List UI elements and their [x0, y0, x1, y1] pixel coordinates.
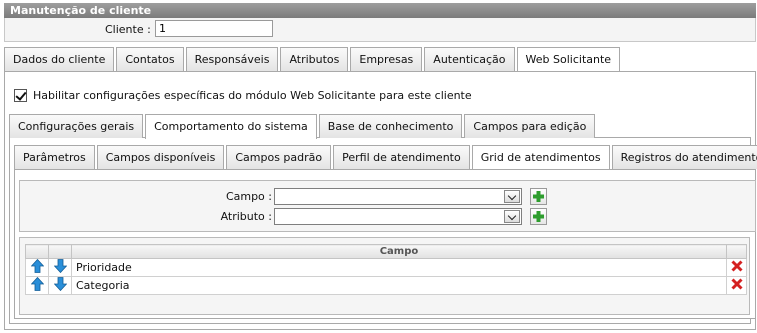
- tab-dados-do-cliente[interactable]: Dados do cliente: [4, 47, 115, 71]
- window-title: Manutenção de cliente: [4, 3, 756, 18]
- tab-comportamento-do-sistema[interactable]: Comportamento do sistema: [145, 114, 317, 139]
- campo-label: Campo :: [225, 190, 272, 203]
- delete-row-button[interactable]: [726, 276, 747, 295]
- arrow-down-icon: [53, 259, 67, 274]
- tab-grid-de-atendimentos[interactable]: Grid de atendimentos: [471, 145, 610, 169]
- campo-row: Campo :: [220, 188, 547, 205]
- grid-cell-campo: Prioridade: [71, 258, 727, 277]
- grid-header-down: [48, 244, 72, 259]
- enable-specific-label: Habilitar configurações específicas do m…: [33, 89, 472, 102]
- add-atributo-button[interactable]: [530, 208, 547, 225]
- grid-header-row: Campo: [25, 244, 747, 259]
- tab-web-solicitante[interactable]: Web Solicitante: [516, 47, 621, 72]
- tab-responsaveis[interactable]: Responsáveis: [185, 47, 279, 71]
- delete-icon: [730, 260, 743, 272]
- atributo-label: Atributo :: [220, 210, 272, 223]
- move-up-button[interactable]: [25, 276, 49, 295]
- tab-empresas[interactable]: Empresas: [350, 47, 423, 71]
- tab-parametros[interactable]: Parâmetros: [14, 145, 95, 169]
- chevron-down-icon[interactable]: [504, 210, 520, 223]
- atributo-select[interactable]: [274, 208, 522, 225]
- tab-autenticacao[interactable]: Autenticação: [424, 47, 515, 71]
- client-label: Cliente :: [105, 23, 151, 36]
- main-tabs: Dados do cliente Contatos Responsáveis A…: [4, 47, 622, 72]
- campos-grid: Campo Prioridade Categoria: [25, 244, 747, 295]
- grid-header-up: [25, 244, 49, 259]
- sub-tabs: Configurações gerais Comportamento do si…: [9, 114, 597, 139]
- chevron-down-icon[interactable]: [504, 190, 520, 203]
- tab-configuracoes-gerais[interactable]: Configurações gerais: [9, 114, 144, 138]
- campo-select[interactable]: [274, 188, 522, 205]
- tab-campos-para-edicao[interactable]: Campos para edição: [464, 114, 596, 138]
- tab-registros-do-atendimento[interactable]: Registros do atendimento: [611, 145, 757, 169]
- enable-specific-row: Habilitar configurações específicas do m…: [14, 89, 472, 102]
- add-icon: [533, 191, 544, 202]
- inner-tabs: Parâmetros Campos disponíveis Campos pad…: [14, 145, 757, 169]
- grid-cell-campo: Categoria: [71, 276, 727, 295]
- tab-contatos[interactable]: Contatos: [116, 47, 184, 71]
- move-up-button[interactable]: [25, 258, 49, 277]
- arrow-up-icon: [30, 258, 44, 273]
- grid-header-campo: Campo: [71, 244, 727, 259]
- arrow-up-icon: [30, 276, 44, 291]
- arrow-down-icon: [53, 277, 67, 292]
- move-down-button[interactable]: [48, 276, 72, 295]
- table-row: Prioridade: [25, 258, 747, 277]
- move-down-button[interactable]: [48, 258, 72, 277]
- enable-specific-checkbox[interactable]: [14, 89, 27, 102]
- tab-campos-disponiveis[interactable]: Campos disponíveis: [96, 145, 225, 169]
- delete-icon: [730, 278, 743, 290]
- client-bar: Cliente :: [4, 18, 756, 42]
- grid-header-delete: [726, 244, 747, 259]
- tab-perfil-de-atendimento[interactable]: Perfil de atendimento: [333, 145, 470, 169]
- tab-base-de-conhecimento[interactable]: Base de conhecimento: [318, 114, 463, 138]
- table-row: Categoria: [25, 276, 747, 295]
- client-input[interactable]: [155, 20, 273, 37]
- add-icon: [533, 211, 544, 222]
- atributo-row: Atributo :: [220, 208, 547, 225]
- tab-atributos[interactable]: Atributos: [280, 47, 349, 71]
- delete-row-button[interactable]: [726, 258, 747, 277]
- tab-campos-padrao[interactable]: Campos padrão: [226, 145, 332, 169]
- add-campo-button[interactable]: [530, 188, 547, 205]
